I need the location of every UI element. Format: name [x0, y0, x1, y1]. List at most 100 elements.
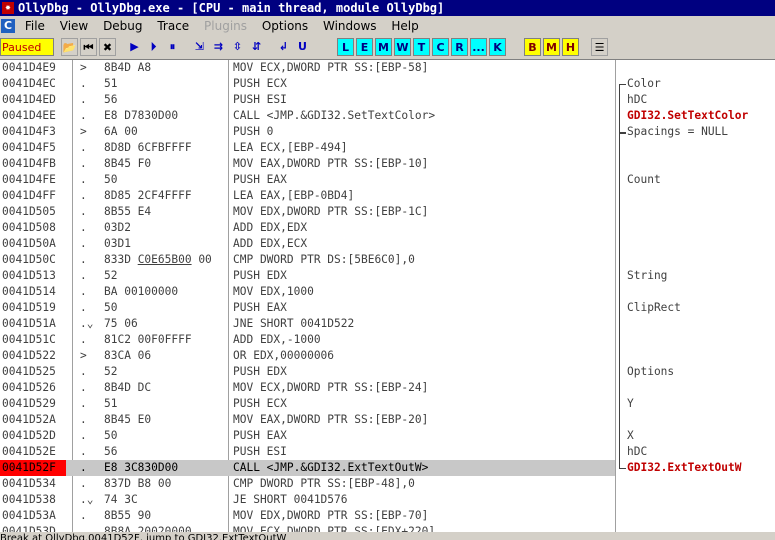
disasm-row[interactable]: 0041D51A .⌄ 75 06 JNE SHORT 0041D522	[0, 316, 615, 332]
hex-dump: 8D8D 6CFBFFFF	[104, 141, 192, 154]
disasm-row[interactable]: 0041D52D. 50 PUSH EAX	[0, 428, 615, 444]
menu-view[interactable]: View	[60, 17, 88, 35]
hex-dump: 75 06	[104, 317, 138, 330]
disasm-row[interactable]: 0041D51C. 81C2 00F0FFFF ADD EDX,-1000	[0, 332, 615, 348]
disasm-row[interactable]: 0041D50A. 03D1 ADD EDX,ECX	[0, 236, 615, 252]
hex-dump: E8 D7830D00	[104, 109, 179, 122]
close-icon[interactable]: ✖	[99, 38, 116, 56]
disasm-row[interactable]: 0041D4FE. 50 PUSH EAX	[0, 172, 615, 188]
step-over-icon[interactable]: ⇉	[210, 38, 227, 56]
disasm-address: 0041D538	[2, 493, 56, 506]
disasm-row[interactable]: 0041D508. 03D2 ADD EDX,EDX	[0, 220, 615, 236]
window-button-c[interactable]: C	[432, 38, 449, 56]
restart-icon[interactable]: ⏮	[80, 38, 97, 56]
disasm-address: 0041D4F5	[2, 141, 56, 154]
disasm-row[interactable]: 0041D4ED. 56 PUSH ESI	[0, 92, 615, 108]
disasm-row[interactable]: 0041D50C. 833D C0E65B00 00 CMP DWORD PTR D…	[0, 252, 615, 268]
jump-marker: .	[80, 253, 87, 266]
disasm-row[interactable]: 0041D4F3 >6A 00 PUSH 0	[0, 124, 615, 140]
execute-till-user-icon[interactable]: U	[294, 38, 311, 56]
extra-button-h[interactable]: H	[562, 38, 579, 56]
jump-marker: .⌄	[80, 493, 94, 506]
window-button-t[interactable]: T	[413, 38, 430, 56]
hex-dump: 51	[104, 397, 118, 410]
window-button-k[interactable]: K	[489, 38, 506, 56]
hex-dump: 56	[104, 445, 118, 458]
argument-comment: Color	[627, 77, 661, 90]
disasm-row[interactable]: 0041D534. 837D B8 00 CMP DWORD PTR SS:[EBP…	[0, 476, 615, 492]
disassembly-text: CALL <JMP.&GDI32.SetTextColor>	[233, 109, 436, 122]
disasm-row[interactable]: 0041D4EE. E8 D7830D00 CALL <JMP.&GDI32.Set…	[0, 108, 615, 124]
disasm-row[interactable]: 0041D4F5. 8D8D 6CFBFFFF LEA ECX,[EBP-494]	[0, 140, 615, 156]
extra-button-m[interactable]: M	[543, 38, 560, 56]
run-thread-icon[interactable]: ⏵	[145, 38, 162, 56]
disassembly-text: PUSH ESI	[233, 93, 287, 106]
disasm-row[interactable]: 0041D53D. 8B8A 20020000 MOV ECX,DWORD PTR …	[0, 524, 615, 532]
ollydbg-bug-icon[interactable]: ✸	[2, 2, 14, 14]
hex-dump: 833D C0E65B00 00	[104, 253, 212, 266]
disasm-address: 0041D52D	[2, 429, 56, 442]
menu-debug[interactable]: Debug	[103, 17, 142, 35]
disasm-row[interactable]: 0041D538 .⌄ 74 3C JE SHORT 0041D576	[0, 492, 615, 508]
disassembly-text: LEA EAX,[EBP-0BD4]	[233, 189, 355, 202]
trace-into-icon[interactable]: ⇳	[229, 38, 246, 56]
window-button-w[interactable]: W	[394, 38, 411, 56]
window-button-m[interactable]: M	[375, 38, 392, 56]
disasm-row[interactable]: 0041D52A. 8B45 E0 MOV EAX,DWORD PTR SS:[EB…	[0, 412, 615, 428]
disassembly-text: LEA ECX,[EBP-494]	[233, 141, 348, 154]
jump-marker: .	[80, 381, 87, 394]
menu-bar: C File View Debug Trace Plugins Options …	[0, 17, 775, 35]
window-button-r[interactable]: R	[451, 38, 468, 56]
disasm-address: 0041D52E	[2, 445, 56, 458]
disasm-row[interactable]: 0041D4E9 >8B4D A8 MOV ECX,DWORD PTR SS:[EB…	[0, 60, 615, 76]
disasm-address: 0041D4ED	[2, 93, 56, 106]
disasm-row[interactable]: 0041D519. 50 PUSH EAX	[0, 300, 615, 316]
disasm-row[interactable]: 0041D514. BA 00100000 MOV EDX,1000	[0, 284, 615, 300]
toolbar: Paused 📂 ⏮ ✖ ▶ ⏵ ⏸ ⇲ ⇉ ⇳ ⇵ ↲ U L E M W T C R... K B M H ☰	[0, 35, 775, 60]
disasm-row[interactable]: 0041D4FF. 8D85 2CF4FFFF LEA EAX,[EBP-0BD4]	[0, 188, 615, 204]
list-icon[interactable]: ☰	[591, 38, 608, 56]
disassembly-text: PUSH EDX	[233, 269, 287, 282]
jump-marker: .	[80, 173, 87, 186]
jump-marker: .	[80, 413, 87, 426]
hex-dump: 8B55 90	[104, 509, 152, 522]
menu-windows[interactable]: Windows	[323, 17, 377, 35]
disasm-row[interactable]: 0041D522 >83CA 06 OR EDX,00000006	[0, 348, 615, 364]
disassembly-text: PUSH ECX	[233, 77, 287, 90]
execute-till-return-icon[interactable]: ↲	[275, 38, 292, 56]
disasm-address: 0041D52A	[2, 413, 56, 426]
disasm-row[interactable]: 0041D526. 8B4D DC MOV ECX,DWORD PTR SS:[EB…	[0, 380, 615, 396]
menu-help[interactable]: Help	[391, 17, 418, 35]
step-into-icon[interactable]: ⇲	[191, 38, 208, 56]
disasm-row[interactable]: 0041D529. 51 PUSH ECX	[0, 396, 615, 412]
disasm-row[interactable]: 0041D525. 52 PUSH EDX	[0, 364, 615, 380]
hex-dump: 03D1	[104, 237, 131, 250]
menu-file[interactable]: File	[25, 17, 45, 35]
comment-column-divider[interactable]	[615, 60, 616, 532]
disasm-row[interactable]: 0041D513. 52 PUSH EDX	[0, 268, 615, 284]
status-bar: Break at OllyDbg.0041D52F, jump to GDI32…	[0, 532, 775, 540]
cpu-disassembly-pane[interactable]: 0041D4E9 >8B4D A8 MOV ECX,DWORD PTR SS:[EB…	[0, 60, 775, 532]
run-icon[interactable]: ▶	[126, 38, 143, 56]
pause-icon[interactable]: ⏸	[164, 38, 181, 56]
disasm-row[interactable]: 0041D52F. E8 3C830D00 CALL <JMP.&GDI32.Ext…	[0, 460, 615, 476]
disasm-row[interactable]: 0041D53A. 8B55 90 MOV EDX,DWORD PTR SS:[EB…	[0, 508, 615, 524]
menu-trace[interactable]: Trace	[157, 17, 189, 35]
hex-dump: 8B8A 20020000	[104, 525, 192, 532]
window-button-more[interactable]: ...	[470, 38, 487, 56]
disasm-row[interactable]: 0041D4FB. 8B45 F0 MOV EAX,DWORD PTR SS:[EB…	[0, 156, 615, 172]
hex-dump: 03D2	[104, 221, 131, 234]
open-icon[interactable]: 📂	[61, 38, 78, 56]
trace-over-icon[interactable]: ⇵	[248, 38, 265, 56]
disasm-row[interactable]: 0041D4EC. 51 PUSH ECX	[0, 76, 615, 92]
disasm-row[interactable]: 0041D52E. 56 PUSH ESI	[0, 444, 615, 460]
menu-plugins[interactable]: Plugins	[204, 17, 247, 35]
menu-options[interactable]: Options	[262, 17, 308, 35]
window-button-l[interactable]: L	[337, 38, 354, 56]
cpu-window-button[interactable]: C	[1, 19, 15, 33]
extra-button-b[interactable]: B	[524, 38, 541, 56]
disasm-row[interactable]: 0041D505. 8B55 E4 MOV EDX,DWORD PTR SS:[EB…	[0, 204, 615, 220]
disassembly-text: MOV ECX,DWORD PTR SS:[EBP-24]	[233, 381, 429, 394]
hex-dump: BA 00100000	[104, 285, 179, 298]
window-button-e[interactable]: E	[356, 38, 373, 56]
